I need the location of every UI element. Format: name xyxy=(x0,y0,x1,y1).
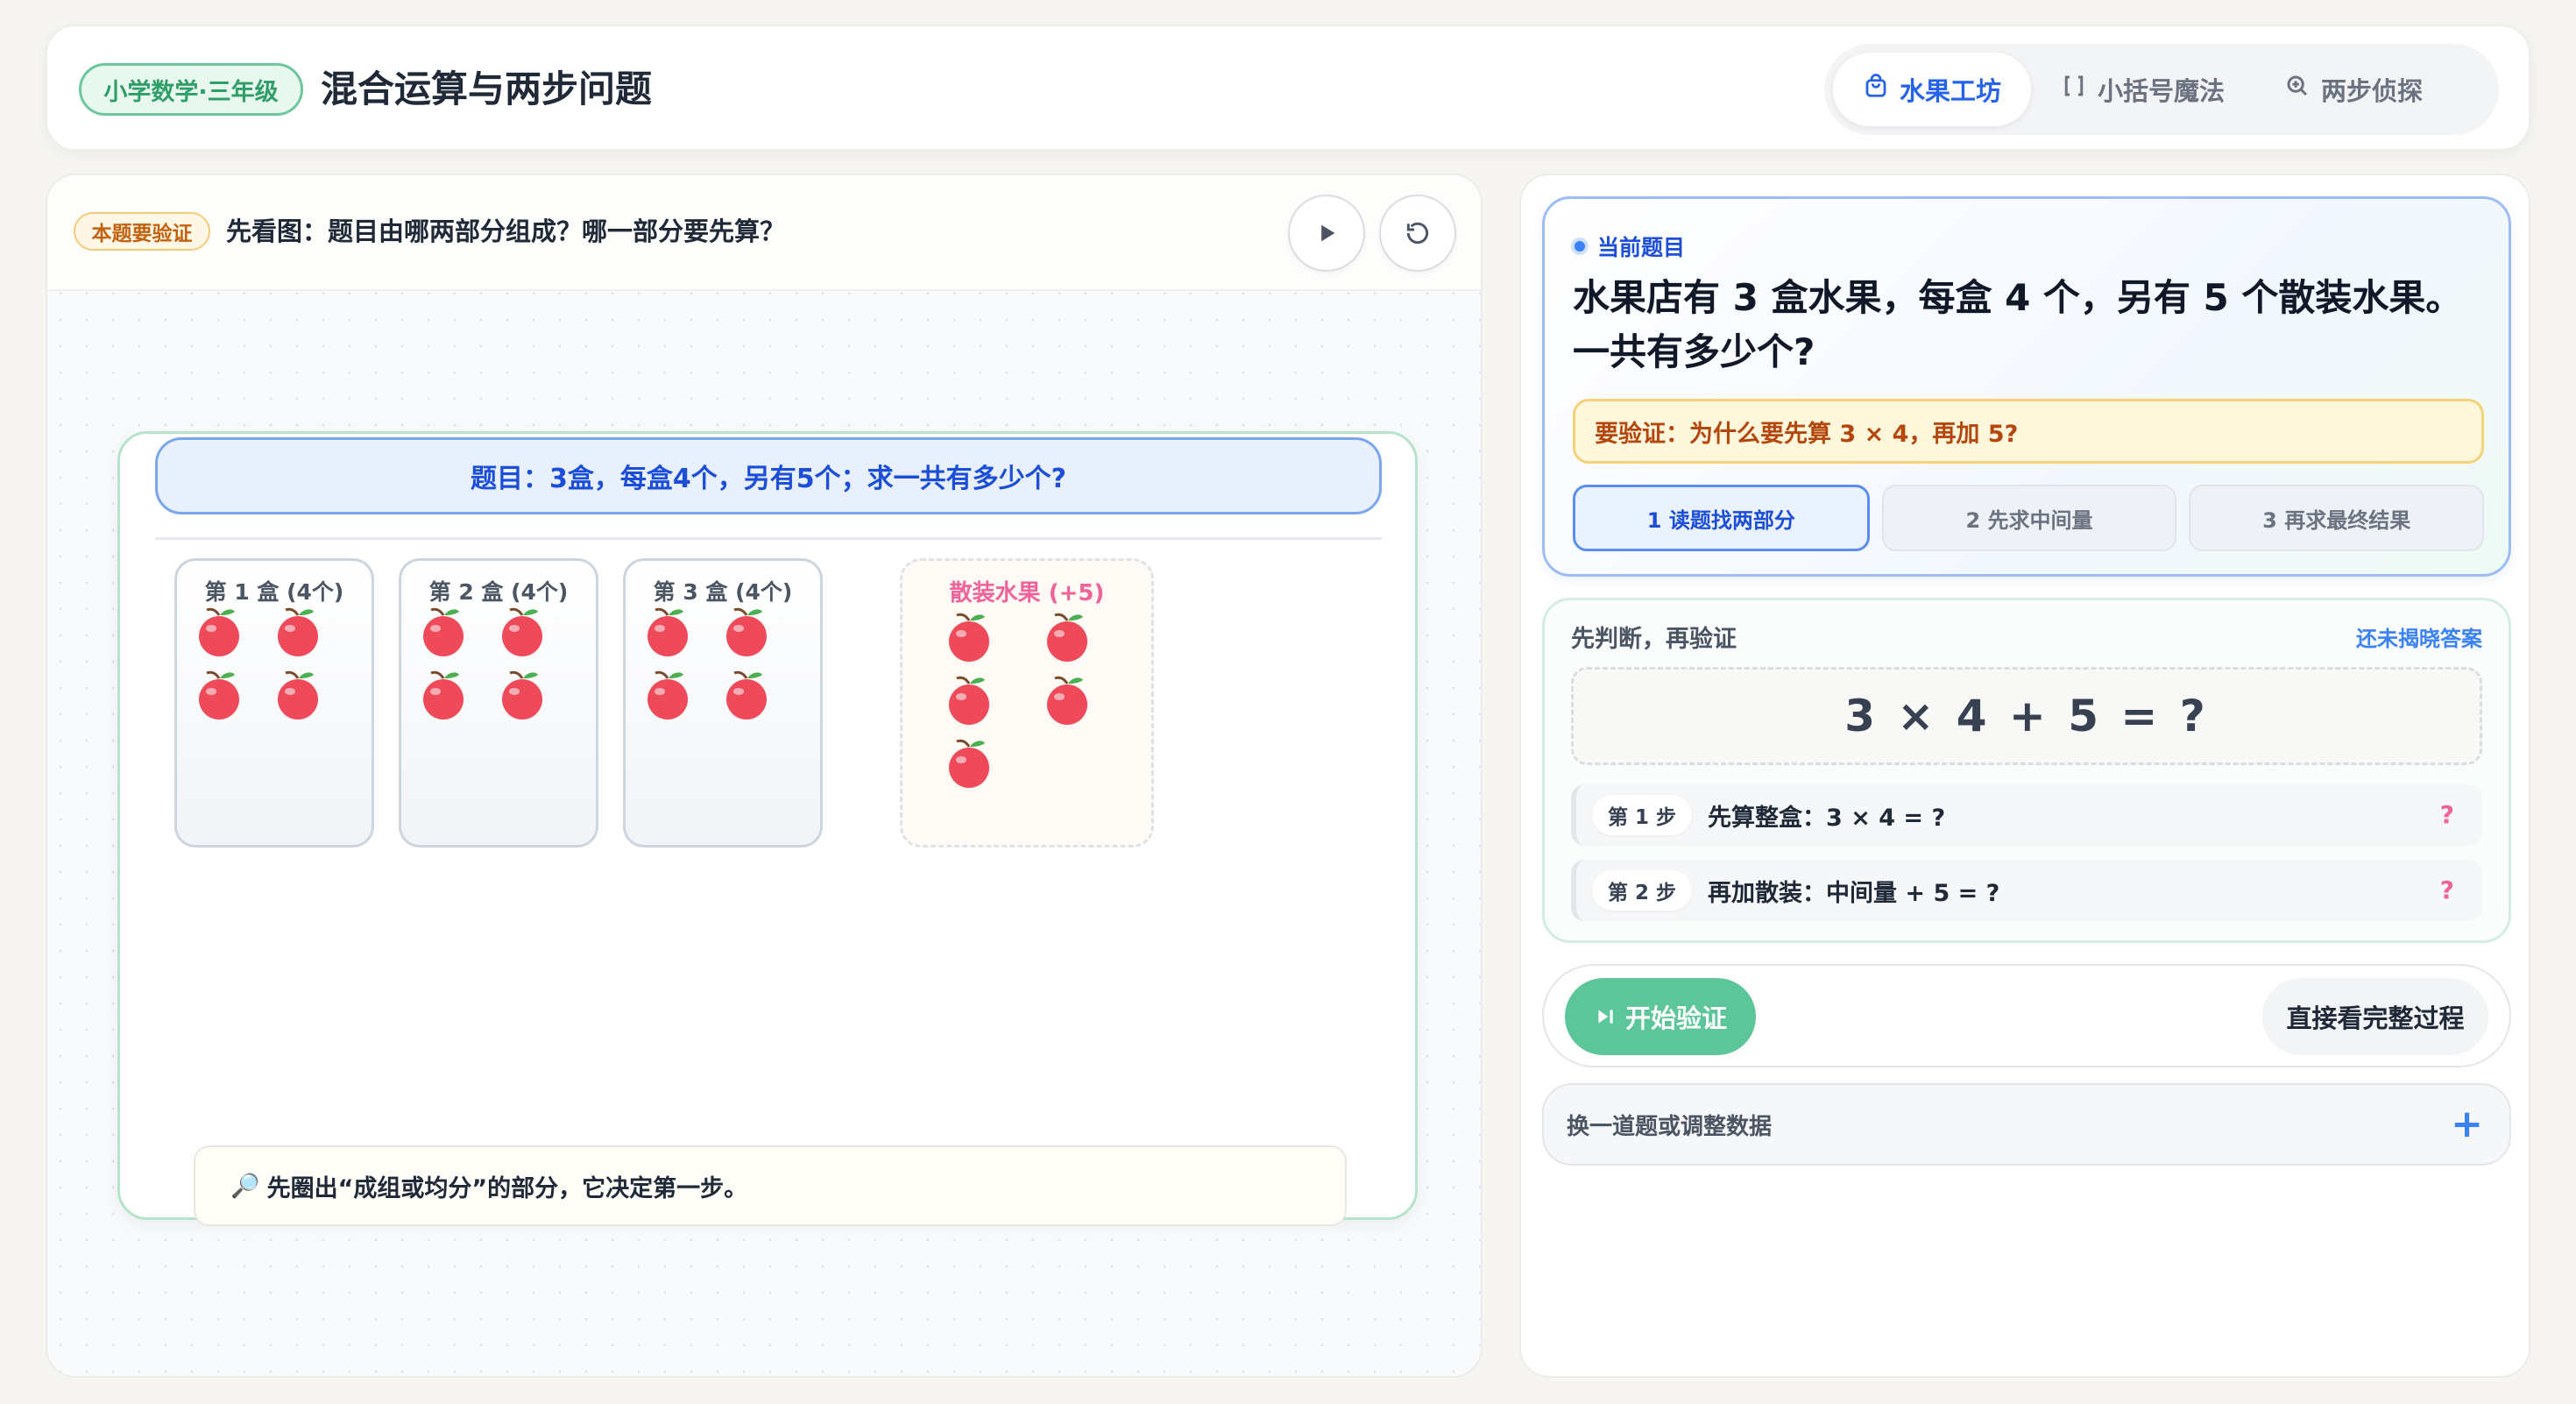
expression: 3 × 4 + 5 = ? xyxy=(1571,667,2482,765)
apple-icon xyxy=(945,610,994,663)
step-row-1[interactable]: 第 1 步 先算整盒：3 × 4 = ? ? xyxy=(1571,784,2482,846)
box-label: 第 1 盒 (4个) xyxy=(204,579,344,605)
tab-label: 水果工坊 xyxy=(1900,76,2002,106)
full-process-button[interactable]: 直接看完整过程 xyxy=(2262,978,2488,1055)
apple-icon xyxy=(1043,673,1092,726)
box-label: 第 3 盒 (4个) xyxy=(653,579,793,605)
apple-icon xyxy=(1043,610,1092,663)
start-verify-button[interactable]: 开始验证 xyxy=(1565,978,1756,1055)
reset-button[interactable] xyxy=(1379,195,1456,272)
step-row-2[interactable]: 第 2 步 再加散装：中间量 + 5 = ? ? xyxy=(1571,860,2482,921)
loose-label: 散装水果 (+5) xyxy=(949,580,1105,606)
step-tab-2[interactable]: 2 先求中间量 xyxy=(1881,485,2177,551)
swap-question-row[interactable]: 换一道题或调整数据 + xyxy=(1542,1083,2511,1166)
divider xyxy=(155,537,1382,540)
tab-fruit-workshop[interactable]: 水果工坊 xyxy=(1833,53,2032,126)
zoom-in-icon xyxy=(2284,73,2311,106)
fruit-box-1[interactable]: 第 1 盒 (4个) xyxy=(174,558,374,847)
bag-icon xyxy=(1863,73,1889,106)
apple-icon xyxy=(419,668,468,720)
reveal-answer-link[interactable]: 还未揭晓答案 xyxy=(2356,621,2482,652)
apple-icon xyxy=(195,605,244,657)
status-dot-icon xyxy=(1571,238,1589,255)
current-label: 当前题目 xyxy=(1571,230,1685,262)
apple-icon xyxy=(945,673,994,726)
loose-fruit-area[interactable]: 散装水果 (+5) xyxy=(900,558,1154,847)
play-step-icon xyxy=(1598,1010,1613,1024)
step-desc: 先算整盒：3 × 4 = ? xyxy=(1708,804,1946,832)
visual-toolbar: 本题要验证 先看图：题目由哪两部分组成？哪一部分要先算？ xyxy=(47,175,1481,291)
verify-tag: 本题要验证 xyxy=(74,212,210,251)
stage-question: 题目：3盒，每盒4个，另有5个；求一共有多少个? xyxy=(155,437,1382,514)
tab-label: 两步侦探 xyxy=(2321,76,2424,106)
grade-badge: 小学数学·三年级 xyxy=(79,63,303,116)
step-desc: 再加散装：中间量 + 5 = ? xyxy=(1708,879,2000,907)
play-button[interactable] xyxy=(1288,195,1365,272)
magnifier-icon: 🔎 xyxy=(230,1173,260,1200)
question-text: 水果店有 3 盒水果，每盒 4 个，另有 5 个散装水果。一共有多少个? xyxy=(1573,276,2463,373)
play-icon xyxy=(1321,224,1335,242)
step-result: ? xyxy=(2439,876,2454,904)
step-chip: 第 1 步 xyxy=(1592,795,1693,835)
hint-question: 先看图：题目由哪两部分组成？哪一部分要先算？ xyxy=(226,216,786,246)
apple-icon xyxy=(419,605,468,657)
step-tab-1[interactable]: 1 读题找两部分 xyxy=(1573,485,1870,551)
tip-text: 先圈出“成组或均分”的部分，它决定第一步。 xyxy=(266,1174,748,1202)
apple-icon xyxy=(722,668,771,720)
apple-icon xyxy=(498,605,547,657)
apple-icon xyxy=(643,605,692,657)
apple-icon xyxy=(722,605,771,657)
plus-icon: + xyxy=(2451,1102,2483,1146)
judge-card: 先判断，再验证 还未揭晓答案 3 × 4 + 5 = ? 第 1 步 先算整盒：… xyxy=(1542,598,2511,943)
tab-label: 小括号魔法 xyxy=(2098,76,2226,106)
stage-tip: 🔎 先圈出“成组或均分”的部分，它决定第一步。 xyxy=(194,1145,1347,1226)
apple-icon xyxy=(945,736,994,789)
tab-bracket-magic[interactable]: 小括号魔法 xyxy=(2031,53,2254,126)
swap-label: 换一道题或调整数据 xyxy=(1567,1113,1773,1140)
apple-icon xyxy=(273,605,322,657)
tab-group: 水果工坊 小括号魔法 两步侦探 xyxy=(1824,44,2499,135)
step-result: ? xyxy=(2439,800,2454,829)
box-label: 第 2 盒 (4个) xyxy=(428,579,569,605)
apple-icon xyxy=(643,668,692,720)
tab-two-step-detective[interactable]: 两步侦探 xyxy=(2254,53,2452,126)
fruit-box-3[interactable]: 第 3 盒 (4个) xyxy=(623,558,823,847)
step-tabs: 1 读题找两部分 2 先求中间量 3 再求最终结果 xyxy=(1573,485,2485,551)
page-title: 混合运算与两步问题 xyxy=(321,67,653,110)
step-tab-3[interactable]: 3 再求最终结果 xyxy=(2189,485,2485,551)
judge-title: 先判断，再验证 xyxy=(1571,626,1737,653)
apple-icon xyxy=(273,668,322,720)
action-bar: 开始验证 直接看完整过程 xyxy=(1542,964,2511,1067)
apple-icon xyxy=(498,668,547,720)
visual-panel: 本题要验证 先看图：题目由哪两部分组成？哪一部分要先算？ 题目：3盒，每盒4个，… xyxy=(46,174,1483,1378)
fruit-stage: 题目：3盒，每盒4个，另有5个；求一共有多少个? 第 1 盒 (4个) 第 2 … xyxy=(117,431,1418,1226)
apple-icon xyxy=(195,668,244,720)
current-question-card: 当前题目 水果店有 3 盒水果，每盒 4 个，另有 5 个散装水果。一共有多少个… xyxy=(1542,196,2511,577)
question-panel: 当前题目 水果店有 3 盒水果，每盒 4 个，另有 5 个散装水果。一共有多少个… xyxy=(1519,174,2530,1378)
step-chip: 第 2 步 xyxy=(1592,870,1693,911)
reset-icon xyxy=(1406,222,1429,245)
top-header: 小学数学·三年级 混合运算与两步问题 水果工坊 小括号魔法 两步侦探 xyxy=(46,25,2530,151)
fruit-box-2[interactable]: 第 2 盒 (4个) xyxy=(399,558,598,847)
must-verify-note: 要验证：为什么要先算 3 × 4，再加 5? xyxy=(1573,399,2484,464)
brackets-icon xyxy=(2061,73,2087,106)
